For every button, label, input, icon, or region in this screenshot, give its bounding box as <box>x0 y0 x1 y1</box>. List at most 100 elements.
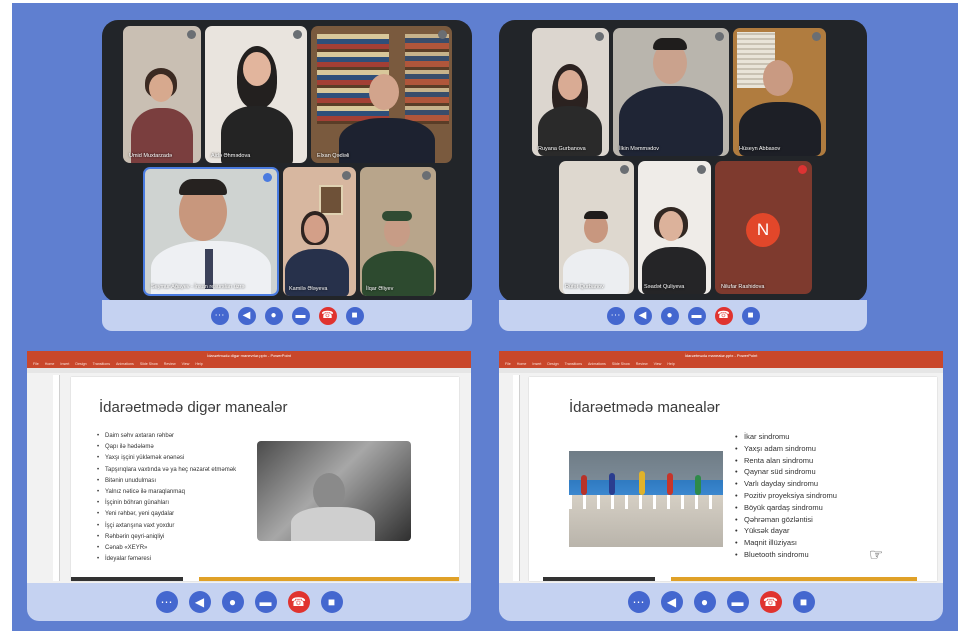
video-tile[interactable]: İlkin Məmmədov <box>613 28 729 156</box>
ribbon-tab[interactable]: Animations <box>588 362 606 366</box>
camera-button[interactable]: ■ <box>320 591 343 613</box>
more-options-button[interactable]: ⋯ <box>210 306 229 325</box>
list-item: İşçinin böhran günahları <box>97 498 236 509</box>
ribbon-tab[interactable]: Animations <box>116 362 134 366</box>
list-item: Qəhrəman gözləntisi <box>735 514 837 526</box>
mic-muted-icon <box>595 32 604 41</box>
ribbon-tab[interactable]: Design <box>547 362 558 366</box>
video-tile[interactable]: Hüseyn Abbasov <box>733 28 826 156</box>
slide: İdarəetmədə manealər İkar sindromu Yaxşı… <box>529 377 937 581</box>
window-title: İdarəetmədə manealər.pptx - PowerPoint <box>499 351 943 360</box>
slide-photo <box>569 451 723 547</box>
ribbon-tab[interactable]: Transitions <box>565 362 582 366</box>
list-item: Bitənin unudulması <box>97 476 236 487</box>
list-item: Pozitiv proyeksiya sindromu <box>735 490 837 502</box>
ribbon-tab[interactable]: Home <box>45 362 55 366</box>
list-item: Qaynar süd sindromu <box>735 466 837 478</box>
camera-button[interactable]: ■ <box>741 306 760 325</box>
participant-name: Aidə Əhmədova <box>211 153 251 159</box>
participant-name: Hüseyn Abbasov <box>739 146 781 152</box>
meeting-window-top-right: Ruyana Gurbanova İlkin Məmmədov Hüseyn A… <box>499 20 867 302</box>
mic-muted-icon <box>812 32 821 41</box>
more-options-button[interactable]: ⋯ <box>627 591 650 613</box>
ribbon-tab[interactable]: Review <box>164 362 176 366</box>
ribbon-tab[interactable]: Help <box>667 362 674 366</box>
list-item: Yeni rəhbər, yeni qaydalar <box>97 509 236 520</box>
ribbon-tab[interactable]: File <box>33 362 39 366</box>
list-item: Tapşırıqlara vaxtında və ya heç nəzarət … <box>97 465 236 476</box>
ribbon-tab[interactable]: Insert <box>532 362 541 366</box>
video-tile[interactable]: İlqar Əliyev <box>360 167 436 296</box>
speaker-button[interactable]: ◀ <box>660 591 683 613</box>
mic-muted-icon <box>715 32 724 41</box>
list-item: Varlı dayday sindromu <box>735 478 837 490</box>
speaker-button[interactable]: ◀ <box>188 591 211 613</box>
mic-muted-icon <box>422 171 431 180</box>
microphone-button[interactable]: ● <box>693 591 716 613</box>
ribbon-tabs: File Home Insert Design Transitions Anim… <box>27 360 471 368</box>
video-tile[interactable]: Umid Muxtarzadə <box>123 26 201 163</box>
chat-button[interactable]: ▬ <box>687 306 706 325</box>
mic-muted-icon <box>187 30 196 39</box>
participant-name: Seymur Ağayev - İnsan resursları üzrə <box>151 284 245 290</box>
vertical-ruler <box>53 375 60 581</box>
participant-name: İlkin Məmmədov <box>619 146 660 152</box>
video-tile[interactable]: Səadət Quliyeva <box>638 161 711 294</box>
mic-muted-icon <box>342 171 351 180</box>
call-controls-bar: ⋯ ◀ ● ▬ ☎ ■ <box>102 300 472 331</box>
ribbon-tab[interactable]: Transitions <box>93 362 110 366</box>
end-call-button[interactable]: ☎ <box>318 306 337 325</box>
list-item: Böyük qardaş sindromu <box>735 502 837 514</box>
ribbon-tab[interactable]: Design <box>75 362 86 366</box>
mic-muted-icon <box>620 165 629 174</box>
video-tile[interactable]: Ruyana Gurbanova <box>532 28 609 156</box>
list-item: Renta alan sindromu <box>735 455 837 467</box>
microphone-button[interactable]: ● <box>660 306 679 325</box>
end-call-button[interactable]: ☎ <box>759 591 782 613</box>
avatar: N <box>746 213 780 247</box>
more-options-button[interactable]: ⋯ <box>606 306 625 325</box>
ribbon-tab[interactable]: View <box>182 362 190 366</box>
microphone-button[interactable]: ● <box>264 306 283 325</box>
list-item: İdeyalar fəməresi <box>97 554 236 565</box>
ribbon-tab[interactable]: View <box>654 362 662 366</box>
bullet-list: İkar sindromu Yaxşı adam sindromu Renta … <box>735 431 837 561</box>
camera-button[interactable]: ■ <box>345 306 364 325</box>
ribbon-tab[interactable]: Home <box>517 362 527 366</box>
ribbon-tabs: File Home Insert Design Transitions Anim… <box>499 360 943 368</box>
video-tile-avatar[interactable]: N Nilufar Rashidova <box>715 161 812 294</box>
slide: İdarəetmədə digər manealər Daim səhv axt… <box>71 377 459 581</box>
ribbon-tab[interactable]: Help <box>195 362 202 366</box>
end-call-button[interactable]: ☎ <box>714 306 733 325</box>
video-tile[interactable]: Rüfət Qurbanov <box>559 161 634 294</box>
speaker-button[interactable]: ◀ <box>237 306 256 325</box>
more-options-button[interactable]: ⋯ <box>155 591 178 613</box>
video-tile-active-speaker[interactable]: Seymur Ağayev - İnsan resursları üzrə <box>143 167 279 296</box>
video-tile[interactable]: Aidə Əhmədova <box>205 26 307 163</box>
camera-button[interactable]: ■ <box>792 591 815 613</box>
participant-name: Ruyana Gurbanova <box>538 146 586 152</box>
call-controls-bar: ⋯ ◀ ● ▬ ☎ ■ <box>27 583 471 621</box>
list-item: İşçi axtarışına vaxt yoxdur <box>97 521 236 532</box>
list-item: Qapı ilə hədələmə <box>97 442 236 453</box>
chat-button[interactable]: ▬ <box>726 591 749 613</box>
participant-name: Səadət Quliyeva <box>644 284 685 290</box>
video-tile[interactable]: Elxan Qədiəli <box>311 26 452 163</box>
end-call-button[interactable]: ☎ <box>287 591 310 613</box>
participant-name: Elxan Qədiəli <box>317 153 350 159</box>
microphone-button[interactable]: ● <box>221 591 244 613</box>
call-controls-bar: ⋯ ◀ ● ▬ ☎ ■ <box>499 583 943 621</box>
ribbon-tab[interactable]: File <box>505 362 511 366</box>
mic-active-icon <box>263 173 272 182</box>
list-item: Yaxşı işçini yükləmək ənənəsi <box>97 453 236 464</box>
chat-button[interactable]: ▬ <box>254 591 277 613</box>
speaker-button[interactable]: ◀ <box>633 306 652 325</box>
ribbon-tab[interactable]: Slide Show <box>612 362 630 366</box>
ribbon-tab[interactable]: Slide Show <box>140 362 158 366</box>
participant-name: Umid Muxtarzadə <box>129 153 173 159</box>
chat-button[interactable]: ▬ <box>291 306 310 325</box>
video-tile[interactable]: Kamilə Ələyeva <box>283 167 356 296</box>
powerpoint-window-right: İdarəetmədə manealər.pptx - PowerPoint F… <box>499 351 943 583</box>
ribbon-tab[interactable]: Review <box>636 362 648 366</box>
ribbon-tab[interactable]: Insert <box>60 362 69 366</box>
